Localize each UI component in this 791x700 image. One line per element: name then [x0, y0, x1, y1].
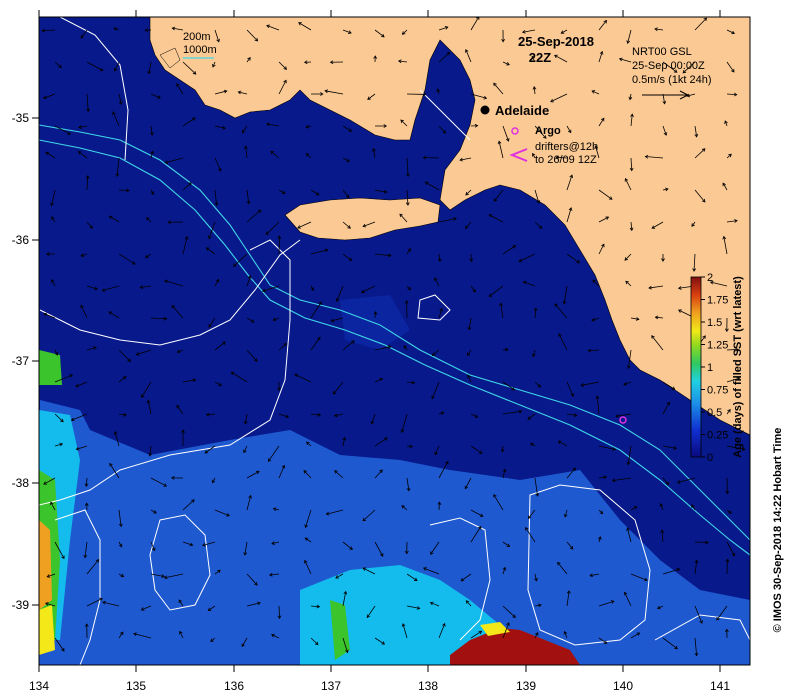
argo-legend-label: Argo	[535, 125, 561, 137]
isobath-label-1000m: 1000m	[183, 44, 217, 56]
x-tick-label: 137	[321, 679, 341, 693]
y-tick-label: -35	[12, 111, 30, 125]
x-tick-label: 139	[516, 679, 536, 693]
map-area	[39, 17, 750, 665]
colorbar-tick-label: 2	[707, 272, 713, 284]
current-legend-source: NRT00 GSL	[632, 46, 692, 58]
y-tick-label: -38	[12, 476, 30, 490]
colorbar-tick-label: 0.5	[707, 407, 722, 419]
colorbar-tick-label: 0.75	[707, 385, 728, 397]
title-date: 25-Sep-2018	[518, 34, 594, 49]
x-tick-label: 138	[418, 679, 438, 693]
title-time: 22Z	[529, 50, 551, 65]
y-tick-label: -37	[12, 354, 30, 368]
current-legend-date: 25-Sep 00:00Z	[632, 60, 705, 72]
colorbar	[690, 276, 702, 458]
colorbar-tick-label: 0	[707, 452, 713, 464]
current-vector	[278, 605, 280, 619]
x-tick-label: 141	[710, 679, 730, 693]
x-tick-label: 136	[224, 679, 244, 693]
adelaide-marker	[480, 105, 490, 115]
isobath-label-200m: 200m	[183, 31, 211, 43]
drifter-legend-line1: drifters@12h	[535, 141, 598, 153]
sst-age-orange-w	[39, 520, 52, 610]
current-legend-scale: 0.5m/s (1kt 24h)	[632, 74, 711, 86]
x-tick-label: 135	[126, 679, 146, 693]
y-tick-label: -39	[12, 598, 30, 612]
colorbar-tick-label: 1.25	[707, 340, 728, 352]
colorbar-tick-label: 0.25	[707, 430, 728, 442]
y-tick-label: -36	[12, 233, 30, 247]
credit-text: © IMOS 30-Sep-2018 14:22 Hobart Time	[772, 428, 784, 633]
y-axis-ticks: -35 -36 -37 -38 -39	[12, 111, 39, 612]
x-tick-label: 134	[29, 679, 49, 693]
colorbar-tick-label: 1.75	[707, 295, 728, 307]
colorbar-tick-label: 1	[707, 362, 713, 374]
colorbar-tick-label: 1.5	[707, 317, 722, 329]
colorbar-label: Age (days) of filled SST (wrt latest)	[732, 276, 744, 458]
adelaide-label: Adelaide	[495, 103, 549, 118]
drifter-legend-line2: to 26/09 12Z	[535, 154, 597, 166]
sst-age-green-nw	[39, 350, 62, 385]
x-tick-label: 140	[613, 679, 633, 693]
sst-map: 25-Sep-2018 22Z 200m 1000m NRT00 GSL 25-…	[12, 10, 784, 693]
